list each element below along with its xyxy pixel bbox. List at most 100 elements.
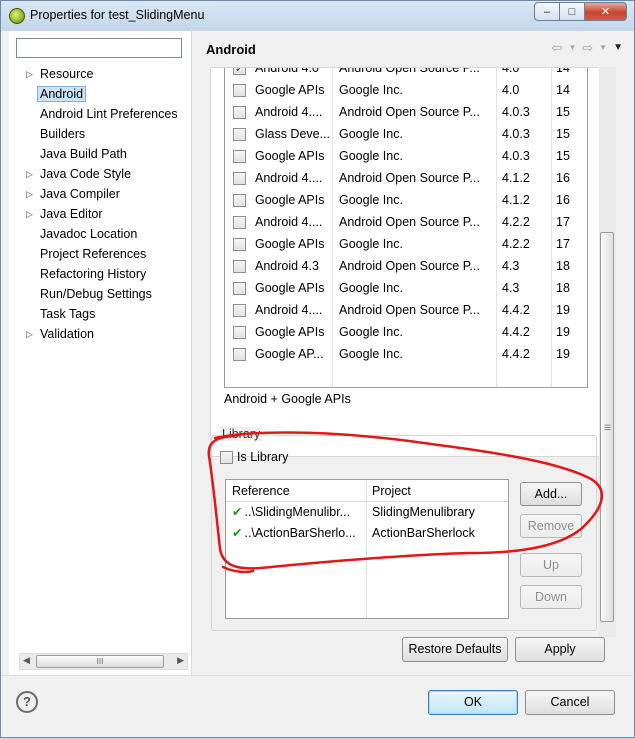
page-vertical-scrollbar[interactable]: III (599, 67, 616, 637)
expand-arrow-icon[interactable]: ▷ (26, 64, 33, 84)
scroll-left-icon[interactable]: ◀ (23, 655, 30, 666)
column-header-reference[interactable]: Reference (232, 484, 290, 498)
back-menu-icon[interactable]: ▼ (568, 40, 576, 56)
target-vendor: Google Inc. (339, 237, 403, 251)
build-target-row[interactable]: Google APIs Google Inc. 4.3 18 (225, 277, 587, 299)
sidebar-item-java-code-style[interactable]: ▷ Java Code Style (9, 164, 192, 184)
build-target-row[interactable]: Android 4.... Android Open Source P... 4.1… (225, 167, 587, 189)
build-target-row[interactable]: Android 4.... Android Open Source P... 4.0… (225, 101, 587, 123)
target-checkbox[interactable] (233, 167, 246, 189)
cancel-button[interactable]: Cancel (525, 690, 615, 715)
build-target-row[interactable]: Google APIs Google Inc. 4.4.2 19 (225, 321, 587, 343)
target-platform: 4.3 (502, 281, 520, 295)
build-target-row[interactable]: Android 4.... Android Open Source P... 4.4… (225, 299, 587, 321)
target-checkbox[interactable] (233, 255, 246, 277)
target-name: Google APIs (255, 83, 325, 97)
sidebar-item-java-build-path[interactable]: Java Build Path (9, 144, 192, 164)
expand-arrow-icon[interactable]: ▷ (26, 204, 33, 224)
build-target-row[interactable]: Glass Deve... Google Inc. 4.0.3 15 (225, 123, 587, 145)
sidebar-item-validation[interactable]: ▷ Validation (9, 324, 192, 344)
add-library-button[interactable]: Add... (520, 482, 582, 506)
library-reference-row[interactable]: ✔ ..\ActionBarSherlo... ActionBarSherlock (226, 523, 508, 544)
expand-arrow-icon[interactable]: ▷ (26, 184, 33, 204)
build-target-row[interactable]: Google APIs Google Inc. 4.1.2 16 (225, 189, 587, 211)
restore-defaults-button[interactable]: Restore Defaults (402, 637, 508, 662)
checkbox-box[interactable] (233, 260, 246, 274)
scroll-right-icon[interactable]: ▶ (177, 655, 184, 666)
move-up-button[interactable]: Up (520, 553, 582, 577)
back-arrow-icon[interactable]: ⇦ (551, 40, 562, 56)
checkbox-box[interactable] (233, 150, 246, 164)
sidebar-item-run-debug-settings[interactable]: Run/Debug Settings (9, 284, 192, 304)
tree-horizontal-scrollbar[interactable]: ◀ III ▶ (19, 653, 188, 670)
build-target-row[interactable]: Google APIs Google Inc. 4.0.3 15 (225, 145, 587, 167)
ok-button[interactable]: OK (428, 690, 518, 715)
sidebar-item-java-compiler[interactable]: ▷ Java Compiler (9, 184, 192, 204)
target-checkbox[interactable] (233, 101, 246, 123)
library-reference-row[interactable]: ✔ ..\SlidingMenulibr... SlidingMenulibrary (226, 502, 508, 523)
checkbox-box[interactable] (233, 216, 246, 230)
build-target-row[interactable]: Google APIs Google Inc. 4.0 14 (225, 79, 587, 101)
target-checkbox[interactable] (233, 211, 246, 233)
sidebar-item-task-tags[interactable]: Task Tags (9, 304, 192, 324)
sidebar-item-android-lint-preferences[interactable]: Android Lint Preferences (9, 104, 192, 124)
checkbox-box[interactable] (220, 450, 233, 464)
view-menu-icon[interactable]: ▼ (613, 40, 623, 56)
build-target-table[interactable]: Android 4.0 Android Open Source P... 4.0 14… (224, 68, 588, 388)
sidebar-item-project-references[interactable]: Project References (9, 244, 192, 264)
target-checkbox[interactable] (233, 79, 246, 101)
build-target-row[interactable]: Google APIs Google Inc. 4.2.2 17 (225, 233, 587, 255)
expand-arrow-icon[interactable]: ▷ (26, 164, 33, 184)
target-checkbox[interactable] (233, 68, 246, 79)
help-icon[interactable]: ? (16, 691, 38, 713)
checkbox-box[interactable] (233, 68, 246, 76)
scrollbar-thumb[interactable]: III (36, 655, 164, 668)
checkbox-box[interactable] (233, 106, 246, 120)
target-checkbox[interactable] (233, 233, 246, 255)
maximize-button[interactable]: □ (559, 2, 585, 21)
move-down-button[interactable]: Down (520, 585, 582, 609)
sidebar-item-builders[interactable]: Builders (9, 124, 192, 144)
checkbox-box[interactable] (233, 194, 246, 208)
apply-button[interactable]: Apply (515, 637, 605, 662)
build-target-row[interactable]: Android 4.... Android Open Source P... 4.2… (225, 211, 587, 233)
column-header-project[interactable]: Project (372, 484, 411, 498)
checkbox-box[interactable] (233, 326, 246, 340)
scrollbar-thumb[interactable]: III (600, 232, 614, 622)
is-library-checkbox[interactable]: Is Library (220, 450, 288, 464)
checkbox-box[interactable] (233, 282, 246, 296)
checkbox-box[interactable] (233, 304, 246, 318)
target-checkbox[interactable] (233, 145, 246, 167)
target-name: Android 4.... (255, 303, 323, 317)
expand-arrow-icon[interactable]: ▷ (26, 324, 33, 344)
target-api-level: 16 (556, 171, 570, 185)
checkbox-box[interactable] (233, 128, 246, 142)
target-checkbox[interactable] (233, 123, 246, 145)
sidebar-item-refactoring-history[interactable]: Refactoring History (9, 264, 192, 284)
remove-library-button[interactable]: Remove (520, 514, 582, 538)
target-checkbox[interactable] (233, 277, 246, 299)
target-checkbox[interactable] (233, 321, 246, 343)
filter-field[interactable] (16, 38, 182, 58)
library-reference-table[interactable]: Reference Project ✔ ..\SlidingMenulibr...… (225, 479, 509, 619)
build-target-row[interactable]: Android 4.3 Android Open Source P... 4.3 18 (225, 255, 587, 277)
minimize-button[interactable]: – (534, 2, 560, 21)
target-checkbox[interactable] (233, 299, 246, 321)
target-checkbox[interactable] (233, 343, 246, 365)
filter-input[interactable] (17, 39, 181, 57)
sidebar-item-android[interactable]: Android (9, 84, 192, 104)
close-button[interactable]: ✕ (584, 2, 627, 21)
target-checkbox[interactable] (233, 189, 246, 211)
forward-menu-icon[interactable]: ▼ (599, 40, 607, 56)
forward-arrow-icon[interactable]: ⇨ (582, 40, 593, 56)
build-target-row[interactable]: Android 4.0 Android Open Source P... 4.0 14 (225, 68, 587, 79)
build-target-row[interactable]: Google AP... Google Inc. 4.4.2 19 (225, 343, 587, 365)
sidebar-item-javadoc-location[interactable]: Javadoc Location (9, 224, 192, 244)
reference-path: ..\SlidingMenulibr... (244, 505, 351, 519)
checkbox-box[interactable] (233, 172, 246, 186)
checkbox-box[interactable] (233, 238, 246, 252)
checkbox-box[interactable] (233, 84, 246, 98)
sidebar-item-java-editor[interactable]: ▷ Java Editor (9, 204, 192, 224)
checkbox-box[interactable] (233, 348, 246, 362)
sidebar-item-resource[interactable]: ▷ Resource (9, 64, 192, 84)
